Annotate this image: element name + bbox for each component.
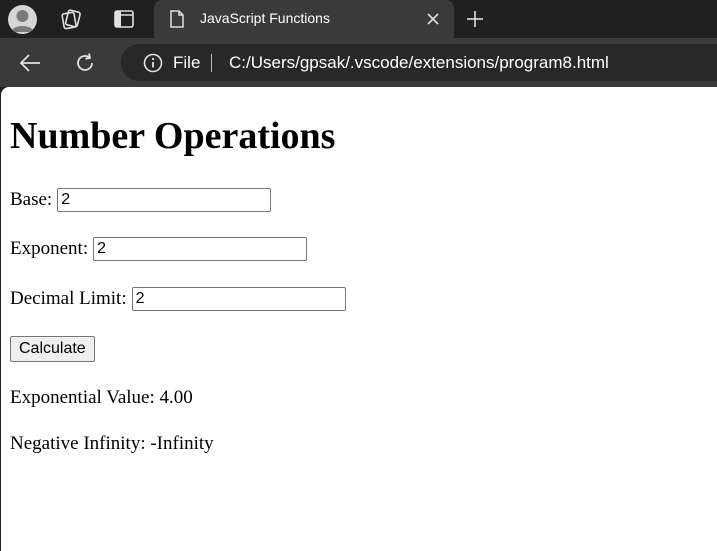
new-tab-icon[interactable] <box>465 9 485 29</box>
base-label: Base: <box>10 189 53 210</box>
tab-active[interactable]: JavaScript Functions <box>154 0 454 38</box>
vertical-tabs-icon[interactable] <box>113 9 135 29</box>
scheme-label: File <box>173 53 201 72</box>
avatar[interactable] <box>8 5 37 34</box>
base-input[interactable] <box>57 188 272 212</box>
decimal-limit-label: Decimal Limit: <box>10 288 127 309</box>
decimal-limit-input[interactable] <box>131 287 346 311</box>
exponent-row: Exponent: <box>10 237 308 261</box>
negative-infinity-output: Negative Infinity: -Infinity <box>10 433 214 454</box>
exponent-input[interactable] <box>93 237 308 261</box>
workspaces-icon[interactable] <box>60 8 84 30</box>
address-bar[interactable]: File C:/Users/gpsak/.vscode/extensions/p… <box>121 44 717 81</box>
address-divider <box>211 54 212 72</box>
exponent-label: Exponent: <box>10 238 89 259</box>
toolbar: File C:/Users/gpsak/.vscode/extensions/p… <box>0 38 717 87</box>
page-title: Number Operations <box>10 115 336 157</box>
info-icon[interactable] <box>142 52 164 74</box>
exponential-value-output: Exponential Value: 4.00 <box>10 387 193 408</box>
decimal-limit-row: Decimal Limit: <box>10 287 346 311</box>
calculate-button[interactable]: Calculate <box>10 336 95 362</box>
page-icon <box>169 9 185 29</box>
base-row: Base: <box>10 188 272 212</box>
url-text[interactable]: C:/Users/gpsak/.vscode/extensions/progra… <box>229 53 609 73</box>
back-icon[interactable] <box>18 52 42 74</box>
close-icon[interactable] <box>426 12 440 26</box>
tab-title: JavaScript Functions <box>200 10 330 26</box>
page-viewport: Number Operations Base: Exponent: Decima… <box>1 87 717 551</box>
profile-icon <box>11 10 34 32</box>
reload-icon[interactable] <box>73 51 97 75</box>
tab-strip: JavaScript Functions <box>0 0 717 38</box>
